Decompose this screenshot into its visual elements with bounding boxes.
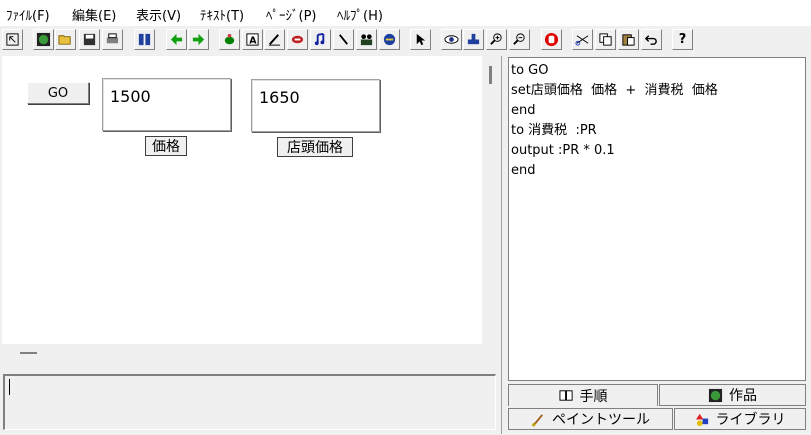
brush-icon[interactable] <box>333 29 354 50</box>
save-icon[interactable] <box>79 29 100 50</box>
zoom-in-icon[interactable] <box>486 29 507 50</box>
tab-library-label: ライブラリ <box>715 412 786 428</box>
page-icon[interactable] <box>134 29 155 50</box>
tab-works-label: 作品 <box>729 388 757 404</box>
zoom-out-icon[interactable] <box>509 29 530 50</box>
menu-help[interactable]: ﾍﾙﾌﾟ(H) <box>337 5 383 24</box>
svg-text:A: A <box>249 35 257 46</box>
stop-hand-icon[interactable] <box>541 29 562 50</box>
globe-icon[interactable] <box>33 29 54 50</box>
paintbrush-icon <box>531 413 543 427</box>
globe-icon <box>708 388 723 402</box>
arrow-right-icon[interactable] <box>188 29 209 50</box>
tab-paint-tool[interactable]: ペイントツール <box>508 408 673 430</box>
stamp-icon[interactable] <box>463 29 484 50</box>
script-line: end <box>511 163 536 178</box>
go-button[interactable]: GO <box>27 82 89 104</box>
print-icon[interactable] <box>102 29 123 50</box>
price-label: 価格 <box>145 136 187 156</box>
undo-icon[interactable] <box>641 29 662 50</box>
store-price-field[interactable]: 1650 <box>251 79 380 132</box>
script-line: output :PR * 0.1 <box>511 143 615 158</box>
menu-edit[interactable]: 編集(E) <box>72 5 116 24</box>
music-icon[interactable] <box>310 29 331 50</box>
eraser-icon[interactable] <box>287 29 308 50</box>
turtle-icon[interactable] <box>219 29 240 50</box>
panel-divider[interactable] <box>501 56 502 434</box>
console-caret <box>9 379 10 395</box>
command-console[interactable] <box>3 374 496 430</box>
eye-icon[interactable] <box>441 29 462 50</box>
menu-file[interactable]: ﾌｧｲﾙ(F) <box>6 5 50 24</box>
menu-text[interactable]: ﾃｷｽﾄ(T) <box>200 5 244 24</box>
globe-image-icon[interactable] <box>379 29 400 50</box>
tab-works[interactable]: 作品 <box>659 384 806 406</box>
store-price-label: 店頭価格 <box>277 137 353 157</box>
script-line: end <box>511 103 536 118</box>
cut-icon[interactable] <box>572 29 593 50</box>
book-icon <box>558 390 573 401</box>
script-line: set店頭価格 価格 + 消費税 価格 <box>511 83 718 98</box>
people-icon[interactable] <box>356 29 377 50</box>
menu-bar: ﾌｧｲﾙ(F) 編集(E) 表示(V) ﾃｷｽﾄ(T) ﾍﾟｰｼﾞ(P) ﾍﾙﾌ… <box>0 0 811 26</box>
script-line: to GO <box>511 63 549 78</box>
pointer-icon[interactable] <box>410 29 431 50</box>
tab-procedures-label: 手順 <box>579 388 608 405</box>
arrow-left-icon[interactable] <box>166 29 187 50</box>
price-field[interactable]: 1500 <box>102 78 231 131</box>
tab-procedures[interactable]: 手順 <box>508 384 658 406</box>
tab-library[interactable]: ライブラリ <box>674 408 806 430</box>
toolbar: A ? <box>0 27 811 53</box>
tab-paint-tool-label: ペイントツール <box>552 412 650 428</box>
cursor-arrow-icon[interactable] <box>2 29 23 50</box>
text-box-icon[interactable]: A <box>242 29 263 50</box>
menu-view[interactable]: 表示(V) <box>136 5 181 24</box>
stage-divider <box>20 352 37 354</box>
stage-scrollbar[interactable] <box>489 66 492 84</box>
procedure-editor[interactable]: to GO set店頭価格 価格 + 消費税 価格 end to 消費税 :PR… <box>508 57 806 381</box>
help-icon[interactable]: ? <box>672 29 693 50</box>
open-folder-icon[interactable] <box>55 29 76 50</box>
paste-icon[interactable] <box>618 29 639 50</box>
menu-page[interactable]: ﾍﾟｰｼﾞ(P) <box>266 5 316 24</box>
pen-icon[interactable] <box>264 29 285 50</box>
shapes-icon <box>695 413 708 426</box>
script-line: to 消費税 :PR <box>511 123 597 138</box>
copy-icon[interactable] <box>595 29 616 50</box>
